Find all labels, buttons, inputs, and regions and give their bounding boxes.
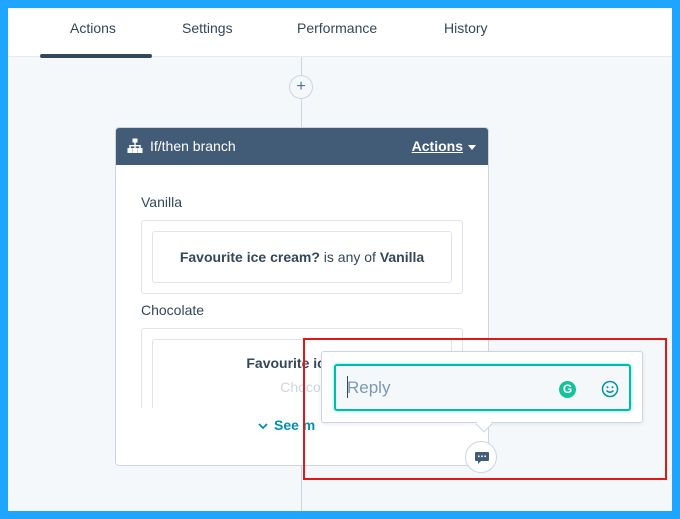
tab-performance[interactable]: Performance: [297, 20, 377, 36]
branch-icon: [127, 138, 143, 153]
active-tab-indicator: [40, 54, 152, 58]
branch-criteria-vanilla[interactable]: Favourite ice cream? is any of Vanilla: [152, 231, 452, 283]
card-actions-dropdown[interactable]: Actions: [412, 138, 476, 154]
plus-icon: +: [296, 78, 306, 95]
tab-history[interactable]: History: [444, 20, 488, 36]
workflow-editor: Actions Settings Performance History + I…: [8, 8, 672, 511]
tab-bar: Actions Settings Performance History: [8, 8, 672, 58]
card-header: If/then branch Actions: [116, 128, 488, 165]
tab-settings[interactable]: Settings: [182, 20, 233, 36]
branch-box-vanilla: Favourite ice cream? is any of Vanilla: [141, 220, 463, 294]
criteria-value: Vanilla: [379, 249, 425, 265]
tab-actions[interactable]: Actions: [70, 20, 116, 36]
chevron-down-icon: [258, 419, 268, 433]
card-actions-label: Actions: [411, 138, 463, 154]
caret-down-icon: [468, 144, 476, 150]
card-title: If/then branch: [150, 138, 236, 154]
branch-label-chocolate: Chocolate: [141, 302, 205, 318]
add-action-button[interactable]: +: [289, 75, 313, 99]
highlight-box: [303, 338, 667, 480]
criteria-property: Favourite ice cream?: [179, 249, 320, 265]
branch-label-vanilla: Vanilla: [141, 194, 182, 210]
criteria-operator: is any of: [323, 249, 376, 265]
